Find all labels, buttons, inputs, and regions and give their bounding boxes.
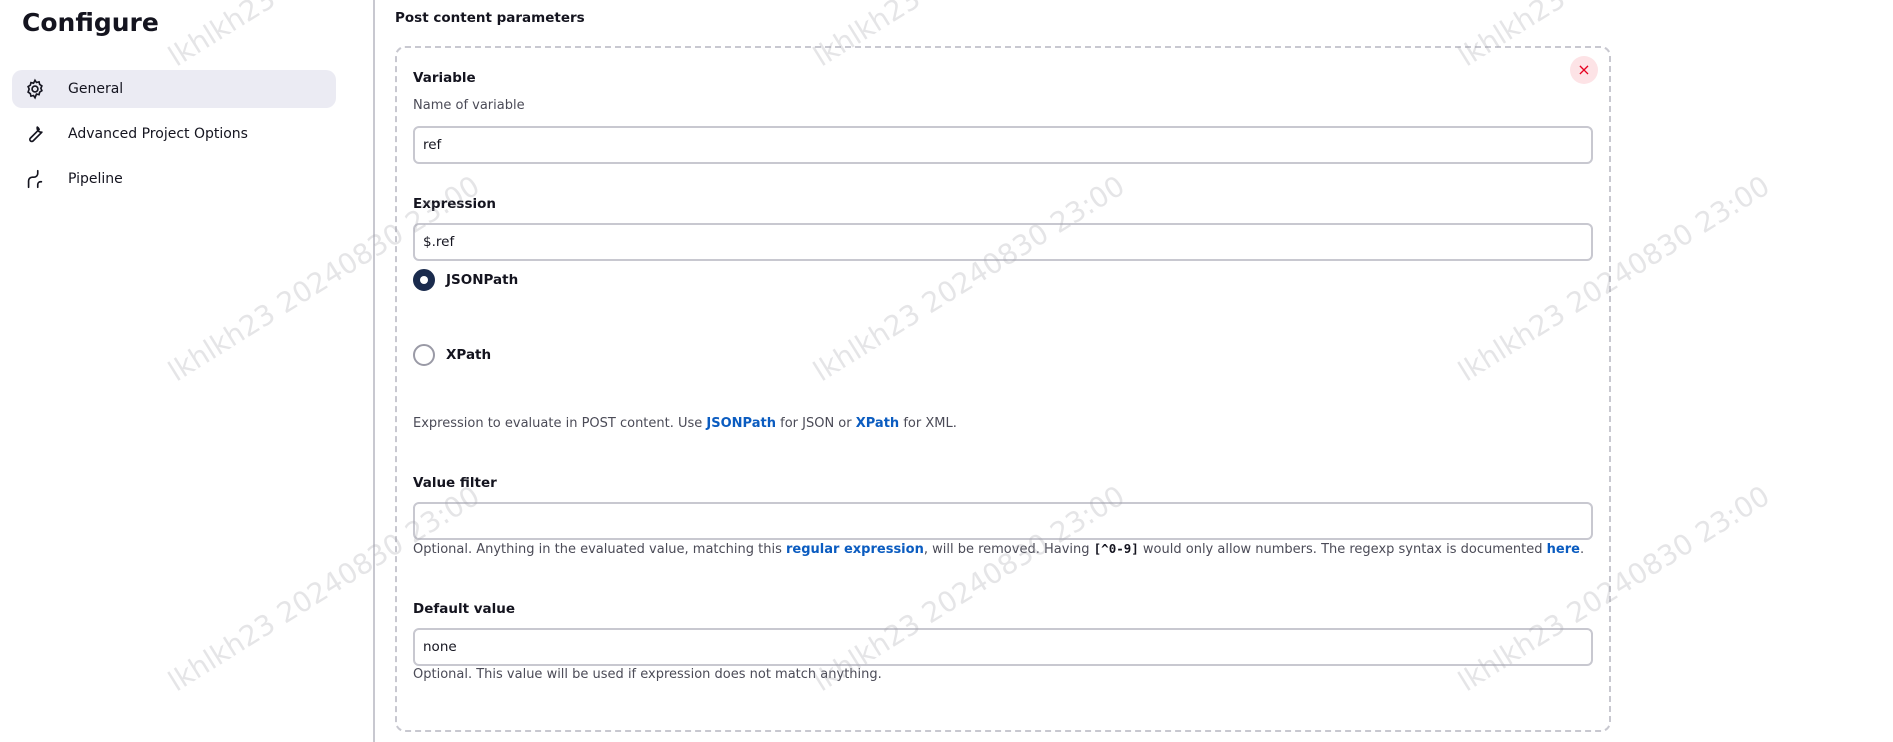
variable-description: Name of variable: [413, 98, 525, 113]
jsonpath-link[interactable]: JSONPath: [706, 416, 776, 431]
value-filter-input[interactable]: [413, 502, 1593, 540]
regexp-docs-link[interactable]: here: [1547, 542, 1580, 557]
gear-icon: [24, 78, 46, 100]
sidebar: Configure General Advanced Project Optio…: [0, 0, 375, 742]
help-text: Optional. Anything in the evaluated valu…: [413, 542, 787, 557]
help-text: Expression to evaluate in POST content. …: [413, 416, 707, 431]
radio-label-xpath: XPath: [446, 347, 492, 363]
expression-help: Expression to evaluate in POST content. …: [413, 416, 957, 431]
radio-button-unchecked[interactable]: [413, 344, 435, 366]
section-title: Post content parameters: [395, 10, 585, 26]
pipeline-icon: [24, 168, 46, 190]
help-text: for JSON or: [775, 416, 856, 431]
sidebar-item-advanced-project-options[interactable]: Advanced Project Options: [12, 115, 336, 153]
sidebar-item-label: Pipeline: [68, 171, 123, 187]
radio-xpath[interactable]: XPath: [413, 344, 491, 366]
help-text: would only allow numbers. The regexp syn…: [1138, 542, 1547, 557]
value-filter-label: Value filter: [413, 475, 497, 491]
help-text: , will be removed. Having: [923, 542, 1094, 557]
radio-button-checked[interactable]: [413, 269, 435, 291]
radio-jsonpath[interactable]: JSONPath: [413, 269, 518, 291]
variable-label: Variable: [413, 70, 476, 86]
regular-expression-link[interactable]: regular expression: [786, 542, 924, 557]
help-text: .: [1579, 542, 1585, 557]
default-value-help: Optional. This value will be used if exp…: [413, 667, 882, 682]
radio-label-jsonpath: JSONPath: [446, 272, 519, 288]
sidebar-item-pipeline[interactable]: Pipeline: [12, 160, 336, 198]
variable-input[interactable]: [413, 126, 1593, 164]
value-filter-help: Optional. Anything in the evaluated valu…: [413, 541, 1584, 557]
default-value-label: Default value: [413, 601, 516, 617]
page-title: Configure: [22, 8, 159, 37]
sidebar-item-label: General: [68, 81, 124, 97]
sidebar-item-general[interactable]: General: [12, 70, 336, 108]
default-value-input[interactable]: [413, 628, 1593, 666]
help-text: for XML.: [899, 416, 957, 431]
remove-parameter-button[interactable]: ×: [1570, 56, 1598, 84]
sidebar-item-label: Advanced Project Options: [68, 126, 248, 142]
expression-label: Expression: [413, 196, 496, 212]
wrench-icon: [24, 123, 46, 145]
expression-input[interactable]: [413, 223, 1593, 261]
xpath-link[interactable]: XPath: [856, 416, 899, 431]
regex-code: [^0-9]: [1093, 541, 1139, 556]
